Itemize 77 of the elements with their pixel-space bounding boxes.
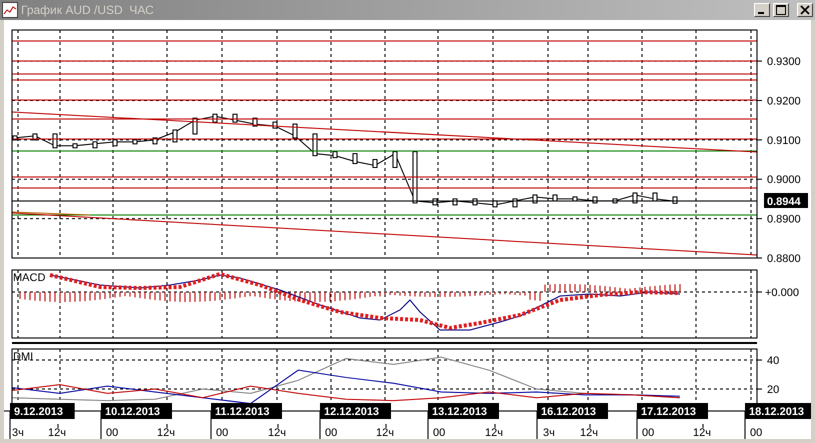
- price-axis-label: 0.9300: [767, 56, 801, 68]
- date-tag: 10.12.2013: [101, 403, 172, 419]
- date-tag: 11.12.2013: [211, 403, 282, 419]
- price-axis-label: 0.9000: [767, 174, 801, 186]
- price-axis-label: 0.8800: [767, 253, 801, 265]
- candlestick: [552, 194, 558, 202]
- candlestick: [472, 198, 478, 206]
- date-tag: 16.12.2013: [537, 403, 608, 419]
- hour-label: 00: [216, 427, 228, 439]
- hour-label: 12ч: [48, 427, 66, 439]
- dmi-axis-label: 40: [767, 355, 780, 368]
- candlestick: [192, 118, 198, 134]
- hour-label: 12ч: [485, 427, 503, 439]
- minimize-button[interactable]: [754, 3, 770, 17]
- dmi-label: DMI: [13, 351, 34, 363]
- hour-label: 12ч: [693, 427, 711, 439]
- candlestick: [32, 133, 38, 140]
- candlestick: [92, 141, 98, 148]
- candlestick: [412, 151, 418, 204]
- candlestick: [492, 200, 498, 208]
- hour-label: 00: [325, 427, 338, 439]
- candlestick: [392, 151, 398, 168]
- candlestick: [372, 159, 378, 168]
- candlestick: [292, 124, 298, 138]
- candlestick: [532, 194, 538, 204]
- candlestick: [112, 139, 118, 146]
- chart-icon: [2, 2, 18, 18]
- candlestick: [252, 118, 258, 127]
- candlestick: [232, 114, 238, 123]
- candlestick: [212, 114, 218, 123]
- macd-label: MACD: [13, 272, 46, 284]
- hour-label: 00: [750, 427, 762, 439]
- candlestick: [512, 198, 518, 208]
- window-title: График AUD /USD ЧАС: [21, 3, 155, 17]
- hour-label: 12ч: [580, 427, 598, 439]
- candlestick: [152, 137, 158, 144]
- candlestick: [592, 196, 598, 204]
- date-tag: 18.12.2013: [745, 403, 811, 419]
- hour-label: 00: [106, 427, 118, 439]
- dmi-axis-label: 20: [767, 384, 780, 396]
- candlestick: [432, 198, 438, 206]
- minimize-icon: [758, 12, 764, 14]
- hour-label: 00: [642, 427, 654, 439]
- hour-label: 3ч: [543, 427, 555, 439]
- candlestick: [452, 198, 458, 206]
- candlestick: [132, 139, 138, 144]
- candlestick: [332, 151, 338, 158]
- candlestick: [52, 133, 58, 148]
- candlestick: [172, 130, 178, 142]
- close-button[interactable]: [797, 3, 813, 17]
- candlestick: [352, 153, 358, 164]
- hour-label: 12ч: [157, 427, 175, 439]
- close-icon: [800, 5, 810, 15]
- current-price-tag: 0.8944: [764, 193, 808, 208]
- hour-label: 3ч: [12, 427, 24, 439]
- hour-label: 12ч: [376, 427, 394, 439]
- macd-axis-label: +0.000: [765, 287, 799, 299]
- date-tag: 13.12.2013: [428, 403, 499, 419]
- maximize-icon: [776, 5, 786, 15]
- candlestick: [272, 122, 278, 129]
- date-tag: 17.12.2013: [637, 403, 708, 419]
- candlestick: [632, 192, 638, 204]
- candlestick: [612, 198, 618, 204]
- date-tag: 9.12.2013: [10, 403, 75, 419]
- hour-label: 00: [433, 427, 446, 439]
- candlestick: [72, 143, 78, 148]
- date-tag: 12.12.2013: [320, 403, 391, 419]
- candlestick: [572, 196, 578, 202]
- price-axis-label: 0.9200: [767, 95, 801, 108]
- candlestick: [652, 192, 658, 202]
- candlestick: [672, 196, 678, 204]
- maximize-button[interactable]: [773, 3, 789, 17]
- candlestick: [12, 135, 18, 140]
- price-axis-label: 0.8900: [767, 214, 801, 226]
- hour-label: 12ч: [268, 427, 286, 439]
- candlestick: [312, 133, 318, 156]
- price-axis-label: 0.9100: [767, 134, 801, 147]
